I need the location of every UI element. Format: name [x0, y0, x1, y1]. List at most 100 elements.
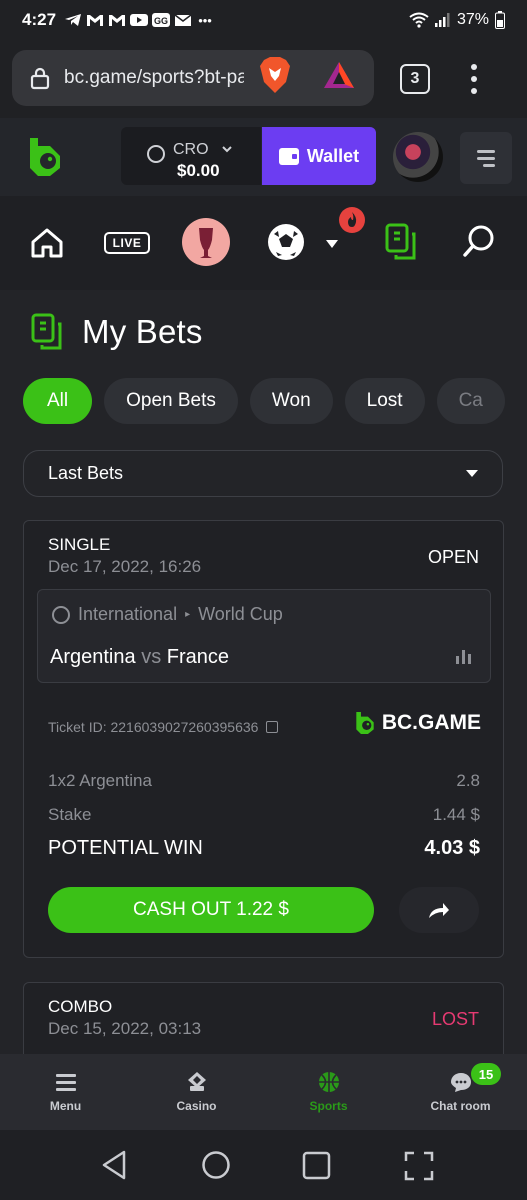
url-text: bc.game/sports?bt-pat [64, 67, 244, 88]
share-button[interactable] [399, 887, 479, 933]
mail-icon [174, 14, 192, 26]
away-team: France [166, 646, 229, 668]
filter-won[interactable]: Won [249, 378, 333, 424]
screenshot-frame-icon[interactable] [404, 1151, 434, 1181]
browser-toolbar: bc.game/sports?bt-pat 3 [0, 40, 527, 118]
bet-type: SINGLE [48, 535, 111, 554]
bet-status: LOST [431, 1009, 479, 1029]
filter-lost[interactable]: Lost [344, 378, 425, 424]
page-header: My Bets [30, 312, 203, 352]
match-teams: Argentina vs France [50, 646, 229, 669]
soccer-ball-icon [52, 605, 70, 624]
filter-open-bets[interactable]: Open Bets [104, 378, 238, 424]
stake-label: Stake [48, 805, 92, 824]
site-menu-button[interactable] [460, 132, 512, 184]
youtube-icon [130, 14, 149, 26]
cash-out-button[interactable]: CASH OUT 1.22 $ [48, 887, 374, 933]
share-arrow-icon [429, 903, 449, 918]
trophy-icon [199, 228, 213, 258]
avatar[interactable] [393, 132, 443, 182]
tabs-button[interactable]: 3 [400, 64, 430, 94]
balance-amount: $0.00 [177, 161, 220, 180]
potential-win-value: 4.03 $ [424, 837, 480, 859]
potential-win-row: POTENTIAL WIN 4.03 $ [48, 837, 480, 860]
main-content: My Bets All Open Bets Won Lost Ca Last B… [0, 290, 527, 1054]
my-bets-icon[interactable] [384, 222, 418, 262]
site-header: CRO $0.00 Wallet [0, 118, 527, 196]
vs-label: vs [141, 646, 162, 668]
ticket-id-text: Ticket ID: 2216039027260395636 [48, 719, 259, 735]
casino-icon [187, 1072, 206, 1091]
chat-unread-badge: 15 [471, 1063, 501, 1085]
stake-value: 1.44 $ [432, 805, 480, 824]
live-button[interactable]: LIVE [104, 232, 150, 254]
bottom-nav-label: Chat room [430, 1099, 491, 1113]
selection-odds: 2.8 [456, 771, 480, 790]
select-value: Last Bets [48, 463, 124, 483]
bottom-nav-label: Sports [309, 1099, 348, 1113]
telegram-icon [65, 14, 82, 26]
browser-menu-icon[interactable] [466, 64, 482, 94]
bcgame-logo-icon [356, 712, 374, 734]
home-icon[interactable] [30, 228, 64, 258]
status-bar: 4:27 GG ••• 37% [0, 0, 527, 40]
ticket-id: Ticket ID: 2216039027260395636 [48, 719, 279, 735]
wallet-icon [278, 147, 299, 165]
brand-logo: BC.GAME [354, 709, 481, 737]
copy-icon[interactable] [266, 721, 279, 733]
page-title: My Bets [82, 313, 203, 350]
hamburger-icon [55, 1074, 76, 1091]
home-circle-icon[interactable] [201, 1150, 231, 1180]
soccer-ball-icon[interactable] [266, 222, 306, 262]
world-cup-icon[interactable] [182, 218, 230, 266]
address-bar[interactable]: bc.game/sports?bt-pat [12, 50, 374, 106]
recents-icon[interactable] [302, 1151, 332, 1181]
bet-card[interactable]: COMBO Dec 15, 2022, 03:13 LOST [23, 982, 504, 1054]
wifi-icon [409, 12, 429, 28]
caret-down-icon[interactable] [325, 239, 339, 249]
more-icon: ••• [198, 12, 212, 28]
battery-icon [495, 11, 505, 29]
svg-text:GG: GG [154, 16, 168, 26]
back-icon[interactable] [100, 1150, 128, 1180]
brave-shield-icon[interactable] [258, 56, 292, 94]
bet-card[interactable]: SINGLE Dec 17, 2022, 16:26 OPEN Internat… [23, 520, 504, 958]
my-bets-icon [31, 313, 62, 350]
home-team: Argentina [50, 646, 136, 668]
chat-icon [450, 1073, 471, 1092]
hot-fire-icon [339, 207, 365, 233]
bottom-nav-sports[interactable]: Sports [263, 1054, 394, 1130]
chevron-right-icon: ▸ [185, 609, 191, 620]
lock-icon [30, 67, 50, 90]
competition-name: World Cup [198, 604, 283, 624]
wallet-label: Wallet [306, 145, 360, 166]
bet-date: Dec 17, 2022, 16:26 [48, 557, 202, 576]
wallet-button[interactable]: Wallet [262, 127, 376, 185]
selection-label: 1x2 Argentina [48, 771, 152, 790]
filter-all[interactable]: All [23, 378, 93, 424]
bet-filter-tabs: All Open Bets Won Lost Ca [23, 378, 527, 424]
match-box[interactable]: International ▸ World Cup Argentina vs F… [37, 589, 491, 683]
system-nav-bar [0, 1130, 527, 1200]
bottom-nav-chat[interactable]: Chat room [395, 1054, 526, 1130]
stake-row: Stake 1.44 $ [48, 805, 480, 825]
search-icon[interactable] [462, 224, 496, 258]
bets-period-select[interactable]: Last Bets [23, 450, 503, 497]
currency-name: CRO [173, 141, 209, 158]
bottom-nav-label: Casino [176, 1099, 217, 1113]
filter-cashout[interactable]: Ca [436, 378, 505, 424]
stats-icon[interactable] [456, 650, 472, 664]
bcgame-logo-icon[interactable] [26, 136, 64, 178]
bet-date: Dec 15, 2022, 03:13 [48, 1019, 202, 1038]
gg-icon: GG [152, 13, 171, 27]
bottom-nav: Menu Casino Sports Chat room [0, 1054, 527, 1130]
currency-selector[interactable]: CRO $0.00 [121, 127, 261, 185]
chevron-down-icon [222, 146, 232, 153]
bottom-nav-casino[interactable]: Casino [131, 1054, 262, 1130]
brave-rewards-icon[interactable] [322, 60, 356, 90]
bottom-nav-menu[interactable]: Menu [0, 1054, 131, 1130]
notification-icons: GG ••• [64, 12, 214, 28]
potential-win-label: POTENTIAL WIN [48, 837, 203, 859]
caret-down-icon [466, 470, 478, 477]
sports-nav-row: LIVE [0, 196, 527, 290]
